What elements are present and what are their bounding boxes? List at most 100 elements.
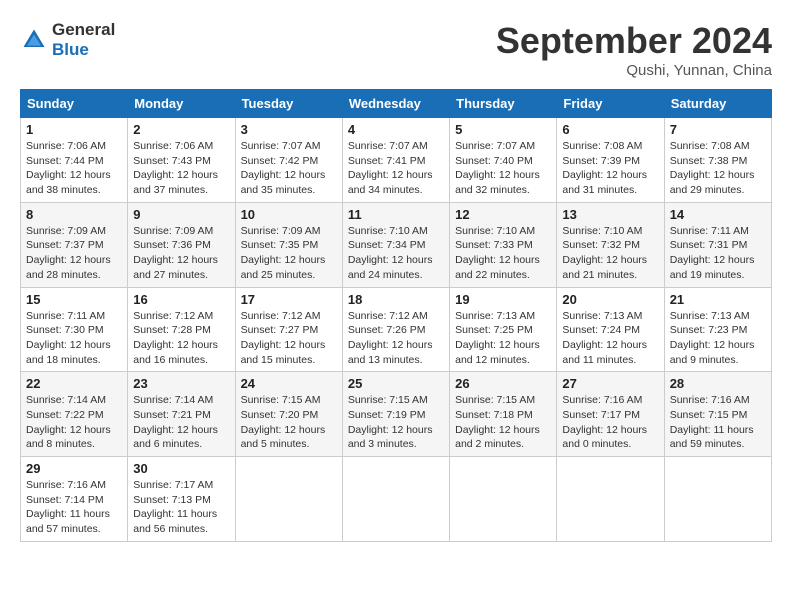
daylight-text: Daylight: 12 hours and 6 minutes. xyxy=(133,424,218,451)
day-number: 6 xyxy=(562,122,658,137)
day-info: Sunrise: 7:10 AM Sunset: 7:34 PM Dayligh… xyxy=(348,224,444,283)
sunset-text: Sunset: 7:40 PM xyxy=(455,155,533,167)
daylight-text: Daylight: 12 hours and 28 minutes. xyxy=(26,254,111,281)
daylight-text: Daylight: 12 hours and 3 minutes. xyxy=(348,424,433,451)
calendar-week-row: 8 Sunrise: 7:09 AM Sunset: 7:37 PM Dayli… xyxy=(21,202,772,287)
sunset-text: Sunset: 7:37 PM xyxy=(26,239,104,251)
sunrise-text: Sunrise: 7:07 AM xyxy=(348,140,428,152)
sunset-text: Sunset: 7:24 PM xyxy=(562,324,640,336)
day-number: 8 xyxy=(26,207,122,222)
daylight-text: Daylight: 12 hours and 19 minutes. xyxy=(670,254,755,281)
calendar-table: Sunday Monday Tuesday Wednesday Thursday… xyxy=(20,89,772,542)
daylight-text: Daylight: 12 hours and 27 minutes. xyxy=(133,254,218,281)
sunrise-text: Sunrise: 7:11 AM xyxy=(26,310,105,322)
table-row xyxy=(450,457,557,542)
day-number: 24 xyxy=(241,376,337,391)
day-info: Sunrise: 7:09 AM Sunset: 7:36 PM Dayligh… xyxy=(133,224,229,283)
calendar-week-row: 1 Sunrise: 7:06 AM Sunset: 7:44 PM Dayli… xyxy=(21,118,772,203)
table-row: 6 Sunrise: 7:08 AM Sunset: 7:39 PM Dayli… xyxy=(557,118,664,203)
daylight-text: Daylight: 12 hours and 21 minutes. xyxy=(562,254,647,281)
sunrise-text: Sunrise: 7:07 AM xyxy=(455,140,535,152)
day-info: Sunrise: 7:10 AM Sunset: 7:32 PM Dayligh… xyxy=(562,224,658,283)
table-row: 14 Sunrise: 7:11 AM Sunset: 7:31 PM Dayl… xyxy=(664,202,771,287)
sunrise-text: Sunrise: 7:13 AM xyxy=(670,310,750,322)
table-row: 15 Sunrise: 7:11 AM Sunset: 7:30 PM Dayl… xyxy=(21,287,128,372)
sunrise-text: Sunrise: 7:07 AM xyxy=(241,140,321,152)
sunrise-text: Sunrise: 7:09 AM xyxy=(26,225,106,237)
daylight-text: Daylight: 12 hours and 32 minutes. xyxy=(455,169,540,196)
sunset-text: Sunset: 7:28 PM xyxy=(133,324,211,336)
table-row: 26 Sunrise: 7:15 AM Sunset: 7:18 PM Dayl… xyxy=(450,372,557,457)
sunrise-text: Sunrise: 7:12 AM xyxy=(348,310,428,322)
daylight-text: Daylight: 12 hours and 22 minutes. xyxy=(455,254,540,281)
table-row: 11 Sunrise: 7:10 AM Sunset: 7:34 PM Dayl… xyxy=(342,202,449,287)
sunset-text: Sunset: 7:19 PM xyxy=(348,409,426,421)
day-number: 11 xyxy=(348,207,444,222)
sunset-text: Sunset: 7:21 PM xyxy=(133,409,211,421)
day-number: 23 xyxy=(133,376,229,391)
table-row: 22 Sunrise: 7:14 AM Sunset: 7:22 PM Dayl… xyxy=(21,372,128,457)
day-info: Sunrise: 7:06 AM Sunset: 7:44 PM Dayligh… xyxy=(26,139,122,198)
sunrise-text: Sunrise: 7:16 AM xyxy=(670,394,750,406)
day-info: Sunrise: 7:11 AM Sunset: 7:31 PM Dayligh… xyxy=(670,224,766,283)
table-row: 23 Sunrise: 7:14 AM Sunset: 7:21 PM Dayl… xyxy=(128,372,235,457)
day-number: 20 xyxy=(562,292,658,307)
sunset-text: Sunset: 7:13 PM xyxy=(133,494,211,506)
day-info: Sunrise: 7:08 AM Sunset: 7:38 PM Dayligh… xyxy=(670,139,766,198)
table-row: 24 Sunrise: 7:15 AM Sunset: 7:20 PM Dayl… xyxy=(235,372,342,457)
day-info: Sunrise: 7:15 AM Sunset: 7:18 PM Dayligh… xyxy=(455,393,551,452)
sunset-text: Sunset: 7:18 PM xyxy=(455,409,533,421)
day-info: Sunrise: 7:12 AM Sunset: 7:28 PM Dayligh… xyxy=(133,309,229,368)
day-number: 14 xyxy=(670,207,766,222)
daylight-text: Daylight: 11 hours and 57 minutes. xyxy=(26,508,110,535)
sunrise-text: Sunrise: 7:08 AM xyxy=(670,140,750,152)
col-tuesday: Tuesday xyxy=(235,90,342,118)
day-info: Sunrise: 7:16 AM Sunset: 7:15 PM Dayligh… xyxy=(670,393,766,452)
col-friday: Friday xyxy=(557,90,664,118)
day-info: Sunrise: 7:13 AM Sunset: 7:24 PM Dayligh… xyxy=(562,309,658,368)
daylight-text: Daylight: 12 hours and 13 minutes. xyxy=(348,339,433,366)
sunset-text: Sunset: 7:35 PM xyxy=(241,239,319,251)
daylight-text: Daylight: 12 hours and 31 minutes. xyxy=(562,169,647,196)
day-number: 10 xyxy=(241,207,337,222)
sunset-text: Sunset: 7:42 PM xyxy=(241,155,319,167)
table-row: 8 Sunrise: 7:09 AM Sunset: 7:37 PM Dayli… xyxy=(21,202,128,287)
daylight-text: Daylight: 12 hours and 2 minutes. xyxy=(455,424,540,451)
sunrise-text: Sunrise: 7:09 AM xyxy=(241,225,321,237)
sunset-text: Sunset: 7:33 PM xyxy=(455,239,533,251)
sunrise-text: Sunrise: 7:16 AM xyxy=(562,394,642,406)
day-number: 2 xyxy=(133,122,229,137)
day-number: 18 xyxy=(348,292,444,307)
daylight-text: Daylight: 12 hours and 5 minutes. xyxy=(241,424,326,451)
day-number: 7 xyxy=(670,122,766,137)
day-info: Sunrise: 7:16 AM Sunset: 7:17 PM Dayligh… xyxy=(562,393,658,452)
sunrise-text: Sunrise: 7:13 AM xyxy=(562,310,642,322)
sunset-text: Sunset: 7:15 PM xyxy=(670,409,748,421)
day-info: Sunrise: 7:11 AM Sunset: 7:30 PM Dayligh… xyxy=(26,309,122,368)
day-number: 16 xyxy=(133,292,229,307)
page-container: General Blue September 2024 Qushi, Yunna… xyxy=(20,20,772,542)
sunset-text: Sunset: 7:17 PM xyxy=(562,409,640,421)
table-row: 12 Sunrise: 7:10 AM Sunset: 7:33 PM Dayl… xyxy=(450,202,557,287)
sunrise-text: Sunrise: 7:10 AM xyxy=(562,225,642,237)
table-row: 27 Sunrise: 7:16 AM Sunset: 7:17 PM Dayl… xyxy=(557,372,664,457)
sunset-text: Sunset: 7:41 PM xyxy=(348,155,426,167)
day-number: 4 xyxy=(348,122,444,137)
sunrise-text: Sunrise: 7:15 AM xyxy=(241,394,321,406)
table-row: 21 Sunrise: 7:13 AM Sunset: 7:23 PM Dayl… xyxy=(664,287,771,372)
title-area: September 2024 Qushi, Yunnan, China xyxy=(496,20,772,79)
day-info: Sunrise: 7:12 AM Sunset: 7:27 PM Dayligh… xyxy=(241,309,337,368)
sunset-text: Sunset: 7:20 PM xyxy=(241,409,319,421)
day-info: Sunrise: 7:07 AM Sunset: 7:40 PM Dayligh… xyxy=(455,139,551,198)
table-row: 18 Sunrise: 7:12 AM Sunset: 7:26 PM Dayl… xyxy=(342,287,449,372)
daylight-text: Daylight: 12 hours and 8 minutes. xyxy=(26,424,111,451)
table-row: 28 Sunrise: 7:16 AM Sunset: 7:15 PM Dayl… xyxy=(664,372,771,457)
sunset-text: Sunset: 7:32 PM xyxy=(562,239,640,251)
day-info: Sunrise: 7:14 AM Sunset: 7:21 PM Dayligh… xyxy=(133,393,229,452)
calendar-week-row: 15 Sunrise: 7:11 AM Sunset: 7:30 PM Dayl… xyxy=(21,287,772,372)
sunrise-text: Sunrise: 7:12 AM xyxy=(133,310,213,322)
sunrise-text: Sunrise: 7:10 AM xyxy=(455,225,535,237)
sunrise-text: Sunrise: 7:09 AM xyxy=(133,225,213,237)
daylight-text: Daylight: 12 hours and 29 minutes. xyxy=(670,169,755,196)
day-number: 21 xyxy=(670,292,766,307)
